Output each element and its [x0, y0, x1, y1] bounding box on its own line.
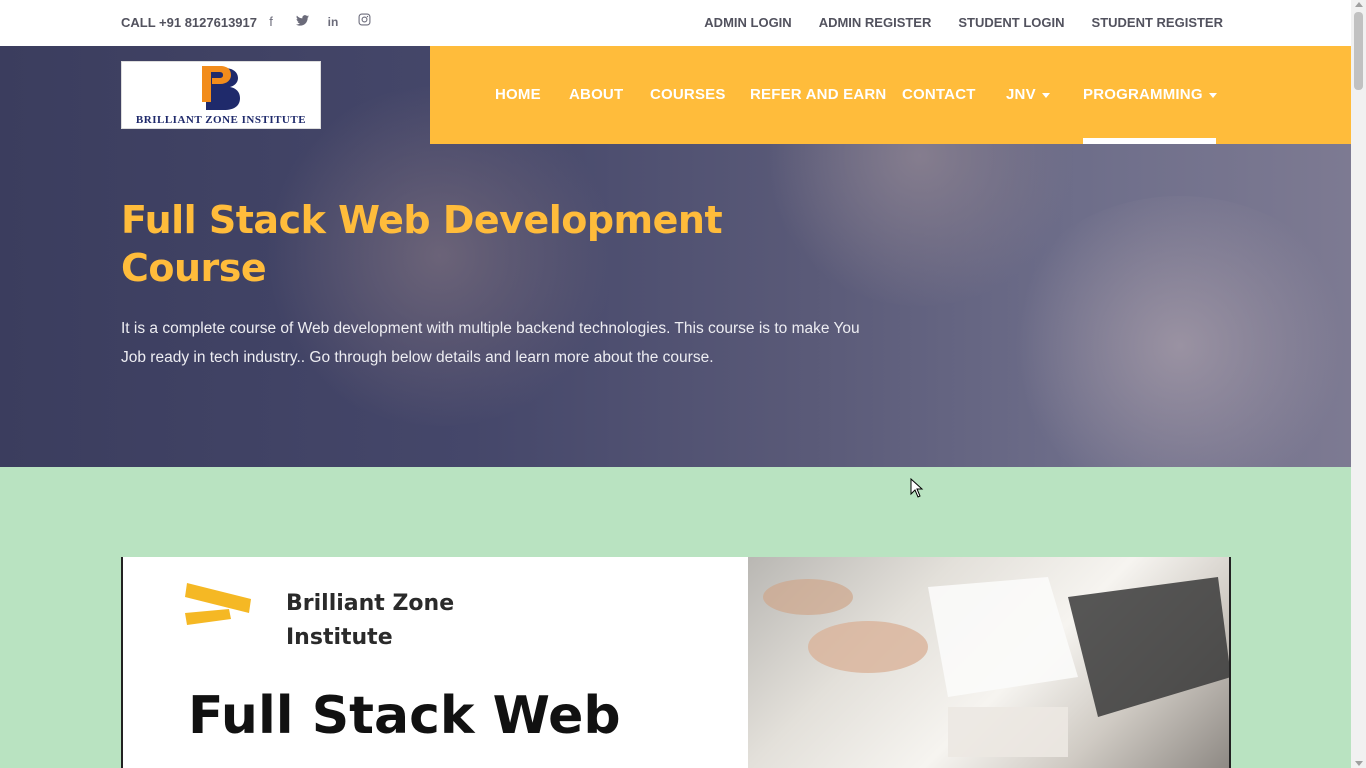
scroll-up-icon[interactable]: [1355, 2, 1363, 7]
student-register-link[interactable]: STUDENT REGISTER: [1092, 15, 1223, 30]
nav-programming-label: PROGRAMMING: [1083, 86, 1203, 103]
logo-name: BRILLIANT ZONE INSTITUTE: [135, 114, 307, 126]
hero-description: It is a complete course of Web developme…: [121, 320, 860, 366]
facebook-icon[interactable]: f: [263, 13, 279, 31]
banner-brand-line1: Brilliant Zone: [286, 591, 455, 616]
nav-about[interactable]: ABOUT: [569, 86, 623, 103]
course-banner-section: Brilliant Zone Institute Full Stack Web: [0, 467, 1351, 768]
linkedin-icon[interactable]: in: [325, 13, 341, 31]
hero-section: BRILLIANT ZONE INSTITUTE HOME ABOUT COUR…: [0, 46, 1351, 467]
scroll-down-icon[interactable]: [1355, 761, 1363, 766]
top-links: ADMIN LOGIN ADMIN REGISTER STUDENT LOGIN…: [704, 15, 1223, 30]
main-nav: HOME ABOUT COURSES REFER AND EARN CONTAC…: [430, 46, 1351, 144]
banner-photo: [748, 557, 1229, 768]
logo-mark-icon: [202, 66, 240, 110]
mouse-cursor-icon: [910, 478, 924, 498]
nav-home[interactable]: HOME: [495, 86, 541, 103]
admin-login-link[interactable]: ADMIN LOGIN: [704, 15, 791, 30]
page-title: Full Stack Web Development Course: [121, 198, 723, 290]
nav-refer-and-earn[interactable]: REFER AND EARN: [750, 86, 886, 103]
student-login-link[interactable]: STUDENT LOGIN: [958, 15, 1064, 30]
twitter-icon[interactable]: [294, 13, 310, 31]
chevron-down-icon: [1208, 92, 1217, 98]
nav-jnv-label: JNV: [1006, 86, 1036, 103]
nav-courses[interactable]: COURSES: [650, 86, 726, 103]
admin-register-link[interactable]: ADMIN REGISTER: [819, 15, 932, 30]
call-number[interactable]: CALL +91 8127613917: [121, 15, 257, 30]
chevron-down-icon: [1041, 92, 1050, 98]
banner-headline: Full Stack Web: [188, 686, 621, 746]
banner-brand-line2: Institute: [286, 625, 393, 650]
desk-photo-illustration: [763, 577, 1229, 757]
nav-programming[interactable]: PROGRAMMING: [1083, 86, 1217, 103]
top-bar: CALL +91 8127613917 f in ADMIN LOGIN ADM…: [0, 0, 1351, 46]
scrollbar-thumb[interactable]: [1354, 12, 1363, 90]
nav-jnv[interactable]: JNV: [1006, 86, 1050, 103]
page-scrollbar[interactable]: [1351, 0, 1366, 768]
nav-contact[interactable]: CONTACT: [902, 86, 976, 103]
banner-brand: Brilliant Zone Institute: [286, 587, 546, 655]
active-nav-indicator: [1083, 138, 1216, 144]
instagram-icon[interactable]: [356, 13, 372, 31]
brand-mark-icon: [185, 583, 251, 625]
site-logo[interactable]: BRILLIANT ZONE INSTITUTE: [121, 61, 321, 129]
course-banner-image: Brilliant Zone Institute Full Stack Web: [121, 557, 1231, 768]
